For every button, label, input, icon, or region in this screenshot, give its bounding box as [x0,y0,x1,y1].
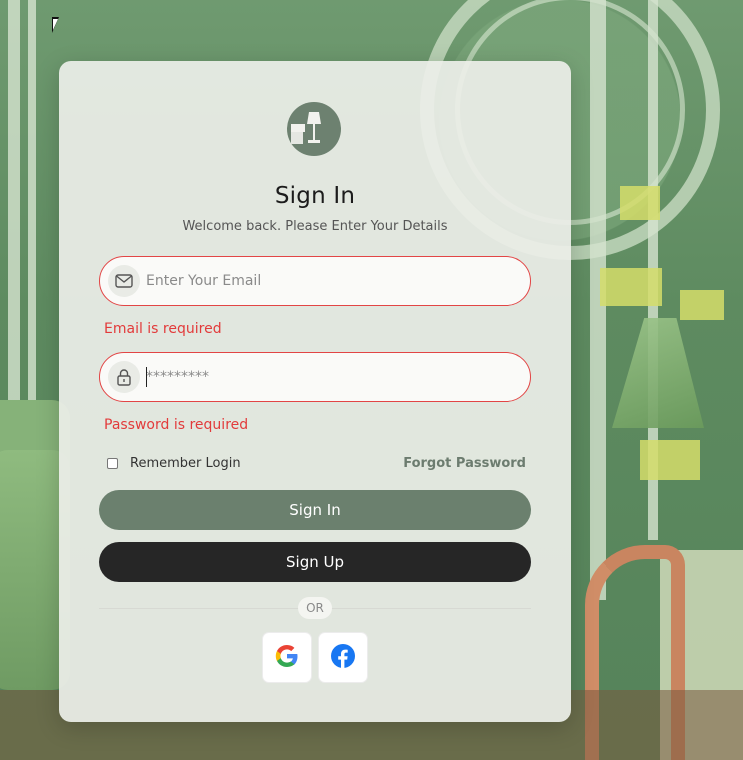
password-field[interactable] [99,352,531,402]
email-field[interactable] [99,256,531,306]
mail-icon [108,265,140,297]
page-title: Sign In [274,183,356,209]
remember-login-checkbox[interactable]: Remember Login [107,456,241,471]
page-subtitle: Welcome back. Please Enter Your Details [182,219,448,234]
email-input[interactable] [146,257,518,305]
checkbox-box[interactable] [107,458,118,469]
remember-login-label: Remember Login [130,456,241,471]
sign-in-button[interactable]: Sign In [99,490,531,530]
or-label: OR [298,597,332,619]
sign-up-button[interactable]: Sign Up [99,542,531,582]
password-input[interactable] [146,353,518,401]
signin-card: Sign In Welcome back. Please Enter Your … [59,61,571,722]
text-caret [146,367,147,387]
lamp-logo-icon [287,102,341,156]
google-icon [274,643,300,673]
facebook-icon [330,643,356,673]
google-login-button[interactable] [263,633,311,682]
email-error-text: Email is required [104,321,222,337]
forgot-password-link[interactable]: Forgot Password [403,456,526,471]
facebook-login-button[interactable] [319,633,367,682]
password-error-text: Password is required [104,417,249,433]
mouse-cursor-icon [52,17,59,33]
lock-icon [108,361,140,393]
